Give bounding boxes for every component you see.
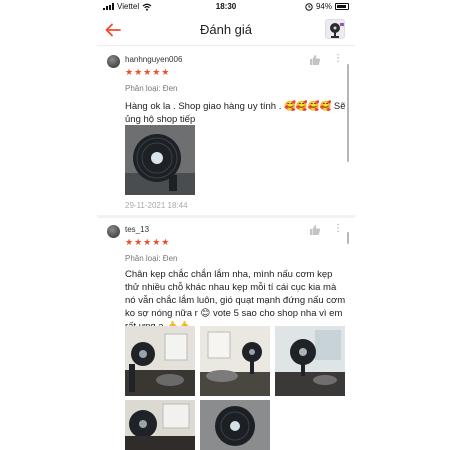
page-header: Đánh giá: [97, 14, 355, 46]
kitchen-fan-photo-icon: [200, 326, 270, 396]
review-photo[interactable]: [200, 326, 270, 396]
review-text: Hàng ok la . Shop giao hàng uy tính . 🥰🥰…: [125, 101, 346, 125]
battery-icon: [335, 3, 349, 10]
review-username[interactable]: tes_13: [125, 225, 149, 234]
review-photo[interactable]: [125, 400, 195, 450]
fan-photo-icon: [200, 400, 270, 450]
review-photo[interactable]: [200, 400, 270, 450]
rating-stars: ★★★★★: [125, 237, 171, 247]
review-variant: Phân loại: Đen: [125, 84, 178, 93]
status-right: 94%: [305, 2, 349, 11]
product-thumbnail[interactable]: [325, 19, 345, 39]
scrollbar[interactable]: [347, 64, 349, 162]
more-options-icon[interactable]: ⋮: [333, 54, 343, 64]
kitchen-fan-photo-icon: [125, 400, 195, 450]
kitchen-fan-photo-icon: [125, 326, 195, 396]
kitchen-fan-photo-icon: [275, 326, 345, 396]
more-options-icon[interactable]: ⋮: [333, 224, 343, 234]
page-title: Đánh giá: [199, 22, 253, 37]
rating-stars: ★★★★★: [125, 67, 171, 77]
review-photo[interactable]: [275, 326, 345, 396]
alarm-icon: [305, 2, 313, 11]
fan-photo-icon: [125, 125, 195, 195]
review-photo[interactable]: [125, 326, 195, 396]
review-text: Chân kẹp chắc chắn lắm nha, mình nấu cơm…: [125, 269, 346, 332]
review-date: 29-11-2021 18:44: [125, 201, 188, 210]
review-variant: Phân loại: Đen: [125, 254, 178, 263]
thumbs-up-icon[interactable]: [309, 224, 321, 236]
review-photo[interactable]: [125, 125, 195, 195]
status-bar: Viettel 18:30 94%: [97, 0, 355, 14]
review-divider: [97, 215, 355, 218]
app-frame: Viettel 18:30 94% Đánh giá hanhnguyen006…: [97, 0, 355, 450]
battery-percent: 94%: [315, 2, 332, 11]
fan-thumbnail-icon: [326, 20, 344, 38]
review-username[interactable]: hanhnguyen006: [125, 55, 182, 64]
avatar[interactable]: [107, 55, 120, 68]
avatar[interactable]: [107, 225, 120, 238]
scrollbar[interactable]: [347, 232, 349, 244]
thumbs-up-icon[interactable]: [309, 54, 321, 66]
